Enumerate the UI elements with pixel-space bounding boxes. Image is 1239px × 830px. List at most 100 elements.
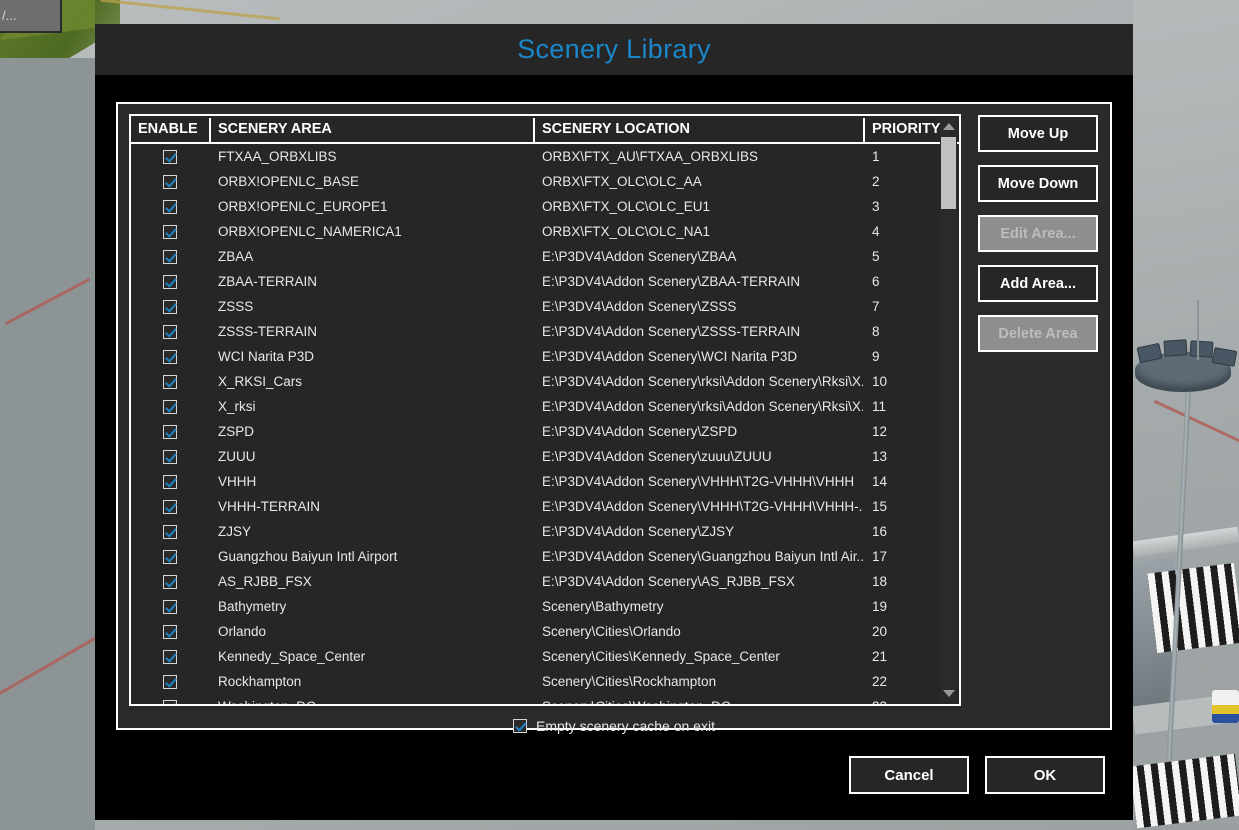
row-enable-checkbox[interactable] — [163, 324, 177, 339]
row-enable-cell[interactable] — [131, 349, 209, 364]
row-enable-cell[interactable] — [131, 149, 209, 164]
row-scenery-area: ORBX!OPENLC_NAMERICA1 — [218, 224, 402, 239]
cancel-button[interactable]: Cancel — [849, 756, 969, 794]
row-enable-cell[interactable] — [131, 199, 209, 214]
row-enable-checkbox[interactable] — [163, 249, 177, 264]
scrollbar-thumb[interactable] — [941, 137, 956, 209]
row-enable-checkbox[interactable] — [163, 649, 177, 664]
table-row[interactable]: Kennedy_Space_Center Scenery\Cities\Kenne… — [131, 644, 959, 669]
row-enable-cell[interactable] — [131, 499, 209, 514]
row-enable-cell[interactable] — [131, 649, 209, 664]
row-enable-checkbox[interactable] — [163, 674, 177, 689]
row-enable-cell[interactable] — [131, 624, 209, 639]
column-header-priority[interactable]: PRIORITY — [863, 116, 943, 144]
table-row[interactable]: Guangzhou Baiyun Intl Airport E:\P3DV4\Ad… — [131, 544, 959, 569]
table-row[interactable]: VHHH-TERRAIN E:\P3DV4\Addon Scenery\VHHH\… — [131, 494, 959, 519]
row-enable-checkbox[interactable] — [163, 299, 177, 314]
row-enable-checkbox[interactable] — [163, 549, 177, 564]
row-enable-cell[interactable] — [131, 474, 209, 489]
scroll-up-button[interactable] — [940, 118, 957, 135]
row-enable-checkbox[interactable] — [163, 399, 177, 414]
scroll-down-button[interactable] — [940, 685, 957, 702]
row-enable-cell[interactable] — [131, 549, 209, 564]
row-scenery-area: WCI Narita P3D — [218, 349, 315, 364]
row-enable-cell[interactable] — [131, 374, 209, 389]
table-row[interactable]: Washington_DCScenery\Cities\Washington_D… — [131, 694, 959, 704]
row-enable-cell[interactable] — [131, 299, 209, 314]
table-row[interactable]: ORBX!OPENLC_EUROPE1 ORBX\FTX_OLC\OLC_EU1 3 — [131, 194, 959, 219]
row-scenery-location: Scenery\Bathymetry — [542, 599, 664, 614]
empty-cache-option[interactable]: Empty scenery cache on exit — [513, 718, 715, 734]
move-up-button[interactable]: Move Up — [978, 115, 1098, 152]
empty-cache-label: Empty scenery cache on exit — [536, 718, 715, 734]
table-row[interactable]: ZSSS-TERRAIN E:\P3DV4\Addon Scenery\ZSSS-… — [131, 319, 959, 344]
side-button-column: Move Up Move Down Edit Area... Add Area... D… — [978, 114, 1098, 365]
empty-cache-checkbox[interactable] — [513, 719, 527, 733]
move-down-button[interactable]: Move Down — [978, 165, 1098, 202]
row-enable-checkbox[interactable] — [163, 174, 177, 189]
row-scenery-location: ORBX\FTX_OLC\OLC_AA — [542, 174, 702, 189]
column-header-scenery-location[interactable]: SCENERY LOCATION — [533, 116, 863, 144]
row-enable-checkbox[interactable] — [163, 274, 177, 289]
table-row[interactable]: ORBX!OPENLC_NAMERICA1 ORBX\FTX_OLC\OLC_NA… — [131, 219, 959, 244]
column-header-enable[interactable]: ENABLE — [131, 116, 209, 144]
row-enable-cell[interactable] — [131, 399, 209, 414]
row-enable-checkbox[interactable] — [163, 624, 177, 639]
row-enable-cell[interactable] — [131, 249, 209, 264]
row-enable-cell[interactable] — [131, 524, 209, 539]
row-enable-checkbox[interactable] — [163, 499, 177, 514]
table-row[interactable]: AS_RJBB_FSX E:\P3DV4\Addon Scenery\AS_RJB… — [131, 569, 959, 594]
row-priority: 18 — [872, 574, 888, 589]
table-row[interactable]: ZBAA E:\P3DV4\Addon Scenery\ZBAA 5 — [131, 244, 959, 269]
table-row[interactable]: WCI Narita P3D E:\P3DV4\Addon Scenery\WCI… — [131, 344, 959, 369]
table-row[interactable]: Bathymetry Scenery\Bathymetry 19 — [131, 594, 959, 619]
table-scrollbar[interactable] — [940, 118, 957, 702]
row-scenery-location: E:\P3DV4\Addon Scenery\zuuu\ZUUU — [542, 449, 772, 464]
row-enable-cell[interactable] — [131, 274, 209, 289]
row-enable-cell[interactable] — [131, 424, 209, 439]
add-area-button[interactable]: Add Area... — [978, 265, 1098, 302]
table-row[interactable]: ZSSS E:\P3DV4\Addon Scenery\ZSSS 7 — [131, 294, 959, 319]
row-enable-cell[interactable] — [131, 574, 209, 589]
row-enable-checkbox[interactable] — [163, 574, 177, 589]
row-enable-checkbox[interactable] — [163, 349, 177, 364]
row-enable-checkbox[interactable] — [163, 224, 177, 239]
mast-lamp-3 — [1189, 340, 1214, 358]
row-enable-cell[interactable] — [131, 674, 209, 689]
table-row[interactable]: X_RKSI_Cars E:\P3DV4\Addon Scenery\rksi\A… — [131, 369, 959, 394]
apron-surface — [0, 58, 95, 830]
table-rows-viewport[interactable]: FTXAA_ORBXLIBS ORBX\FTX_AU\FTXAA_ORBXLIBS… — [131, 144, 959, 704]
row-enable-checkbox[interactable] — [163, 474, 177, 489]
column-header-scenery-area[interactable]: SCENERY AREA — [209, 116, 533, 144]
background-window-fragment[interactable]: /... — [0, 0, 62, 33]
table-row[interactable]: X_rksi E:\P3DV4\Addon Scenery\rksi\Addon … — [131, 394, 959, 419]
row-enable-cell[interactable] — [131, 174, 209, 189]
row-enable-cell[interactable] — [131, 449, 209, 464]
row-enable-checkbox[interactable] — [163, 149, 177, 164]
table-row[interactable]: Rockhampton Scenery\Cities\Rockhampton 22 — [131, 669, 959, 694]
row-enable-checkbox[interactable] — [163, 449, 177, 464]
row-enable-checkbox[interactable] — [163, 699, 177, 704]
table-row[interactable]: ZUUU E:\P3DV4\Addon Scenery\zuuu\ZUUU 13 — [131, 444, 959, 469]
row-enable-checkbox[interactable] — [163, 199, 177, 214]
row-scenery-location: E:\P3DV4\Addon Scenery\ZSSS-TERRAIN — [542, 324, 801, 339]
row-enable-checkbox[interactable] — [163, 374, 177, 389]
table-row[interactable]: ORBX!OPENLC_BASE ORBX\FTX_OLC\OLC_AA 2 — [131, 169, 959, 194]
row-enable-checkbox[interactable] — [163, 599, 177, 614]
table-row[interactable]: ZBAA-TERRAIN E:\P3DV4\Addon Scenery\ZBAA-… — [131, 269, 959, 294]
table-row[interactable]: ZJSY E:\P3DV4\Addon Scenery\ZJSY 16 — [131, 519, 959, 544]
table-row[interactable]: VHHH E:\P3DV4\Addon Scenery\VHHH\T2G-VHHH… — [131, 469, 959, 494]
row-scenery-area: Washington_DC — [209, 699, 533, 704]
table-row[interactable]: FTXAA_ORBXLIBS ORBX\FTX_AU\FTXAA_ORBXLIBS… — [131, 144, 959, 169]
row-enable-cell[interactable] — [131, 599, 209, 614]
row-enable-checkbox[interactable] — [163, 424, 177, 439]
row-enable-cell[interactable] — [131, 324, 209, 339]
row-scenery-location: E:\P3DV4\Addon Scenery\Guangzhou Baiyun … — [542, 549, 863, 564]
row-enable-cell[interactable] — [131, 699, 209, 704]
row-enable-cell[interactable] — [131, 224, 209, 239]
table-row[interactable]: Orlando Scenery\Cities\Orlando 20 — [131, 619, 959, 644]
table-row[interactable]: ZSPD E:\P3DV4\Addon Scenery\ZSPD 12 — [131, 419, 959, 444]
row-priority: 8 — [872, 324, 880, 339]
ok-button[interactable]: OK — [985, 756, 1105, 794]
row-enable-checkbox[interactable] — [163, 524, 177, 539]
